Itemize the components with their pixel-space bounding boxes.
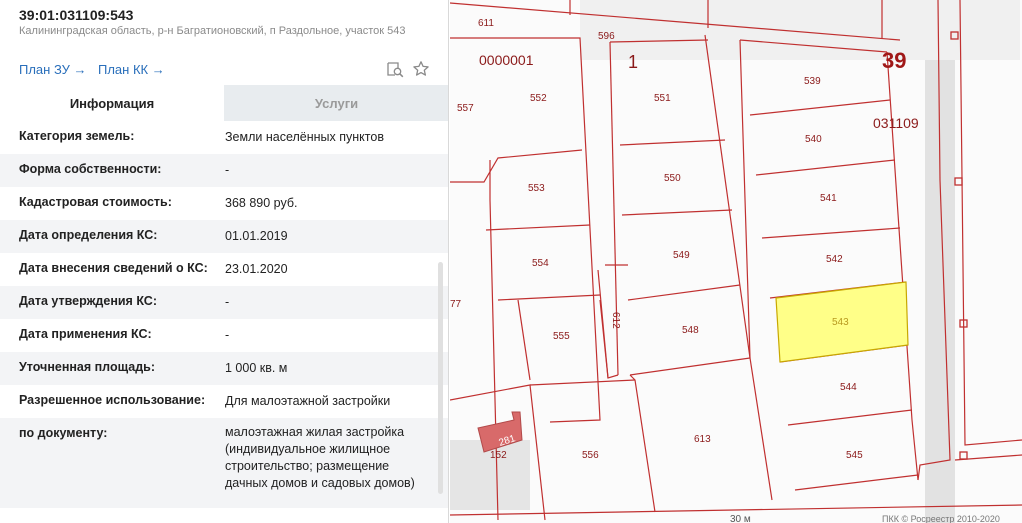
- parcel-label: 549: [673, 250, 690, 261]
- parcel-label: 540: [805, 134, 822, 145]
- parcel-label: 548: [682, 325, 699, 336]
- parcel-label: 554: [532, 258, 549, 269]
- block-label-031109: 031109: [873, 115, 919, 131]
- table-row: Форма собственности: -: [0, 154, 448, 187]
- row-label: Дата внесения сведений о КС:: [19, 261, 208, 275]
- scale-bar: 30 м: [730, 514, 751, 523]
- row-value: 23.01.2020: [225, 262, 288, 276]
- info-table: Категория земель: Земли населённых пункт…: [0, 121, 448, 508]
- row-label: Форма собственности:: [19, 162, 162, 176]
- row-value: малоэтажная жилая застройка (индивидуаль…: [225, 425, 415, 490]
- parcel-label: 555: [553, 331, 570, 342]
- table-row: Кадастровая стоимость: 368 890 руб.: [0, 187, 448, 220]
- info-panel: 39:01:031109:543 Калининградская область…: [0, 0, 449, 523]
- parcel-label: 596: [598, 31, 615, 42]
- parcel-label: 611: [478, 18, 494, 29]
- block-label-39: 39: [882, 48, 906, 73]
- parcel-label: 550: [664, 173, 681, 184]
- row-label: по документу:: [19, 426, 108, 440]
- row-value: 368 890 руб.: [225, 196, 298, 210]
- plan-kk-link[interactable]: План КК →: [98, 62, 165, 77]
- table-row: Разрешенное использование: Для малоэтажн…: [0, 385, 448, 418]
- parcel-label: 77: [450, 299, 462, 310]
- parcel-label: 556: [582, 450, 599, 461]
- row-value: Земли населённых пунктов: [225, 130, 384, 144]
- table-row: Дата утверждения КС: -: [0, 286, 448, 319]
- address: Калининградская область, р-н Багратионов…: [19, 25, 406, 37]
- row-value: -: [225, 328, 230, 342]
- row-value: -: [225, 163, 230, 177]
- row-label: Дата утверждения КС:: [19, 294, 157, 308]
- table-row: Дата определения КС: 01.01.2019: [0, 220, 448, 253]
- tab-info[interactable]: Информация: [0, 85, 224, 121]
- plan-zu-link[interactable]: План ЗУ →: [19, 62, 87, 77]
- parcel-label: 539: [804, 76, 821, 87]
- parcel-label: 557: [457, 103, 474, 114]
- block-label-1: 1: [628, 52, 638, 72]
- row-label: Категория земель:: [19, 129, 135, 143]
- parcel-label: 551: [654, 93, 671, 104]
- cadastral-map[interactable]: 39 031109 0000001 1 611 596 539 540 541 …: [450, 0, 1022, 523]
- terrain-shade: [580, 0, 1020, 60]
- parcel-label: 613: [694, 434, 711, 445]
- parcel-label-selected: 543: [832, 317, 849, 328]
- boundary-marker: [954, 177, 963, 186]
- parcel-label: 544: [840, 382, 857, 393]
- boundary-marker: [959, 451, 968, 460]
- table-row: Дата внесения сведений о КС: 23.01.2020: [0, 253, 448, 286]
- row-value: -: [225, 295, 230, 309]
- star-icon[interactable]: [412, 60, 430, 78]
- cadastral-number: 39:01:031109:543: [19, 7, 134, 23]
- row-label: Дата применения КС:: [19, 327, 152, 341]
- table-row: Категория земель: Земли населённых пункт…: [0, 121, 448, 154]
- row-label: Разрешенное использование:: [19, 393, 206, 407]
- row-value: Для малоэтажной застройки: [225, 394, 391, 408]
- row-label: Дата определения КС:: [19, 228, 158, 242]
- block-label-0000001: 0000001: [479, 52, 534, 68]
- row-label: Кадастровая стоимость:: [19, 195, 172, 209]
- parcel-label: 612: [610, 312, 621, 329]
- scrollbar[interactable]: [438, 262, 443, 494]
- parcel-label: 545: [846, 450, 863, 461]
- table-row: Уточненная площадь: 1 000 кв. м: [0, 352, 448, 385]
- parcel-label: 552: [530, 93, 547, 104]
- tab-bar: Информация Услуги: [0, 85, 448, 121]
- road-shadow: [925, 0, 955, 523]
- tab-services[interactable]: Услуги: [224, 85, 448, 121]
- row-value: 01.01.2019: [225, 229, 288, 243]
- parcel-label: 541: [820, 193, 837, 204]
- parcel-label: 553: [528, 183, 545, 194]
- table-row: по документу: малоэтажная жилая застройк…: [0, 418, 448, 508]
- search-document-icon[interactable]: [386, 60, 404, 78]
- copyright: ПКК © Росреестр 2010-2020: [882, 514, 1000, 523]
- row-label: Уточненная площадь:: [19, 360, 156, 374]
- parcel-label: 542: [826, 254, 843, 265]
- row-value: 1 000 кв. м: [225, 361, 288, 375]
- parcel-label: 152: [490, 450, 507, 461]
- scale-label: 30 м: [730, 514, 751, 523]
- table-row: Дата применения КС: -: [0, 319, 448, 352]
